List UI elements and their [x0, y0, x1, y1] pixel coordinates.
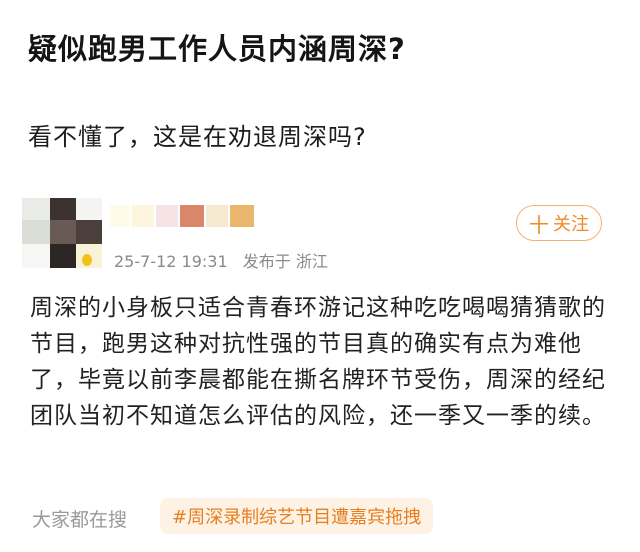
comment-body: 周深的小身板只适合青春环游记这种吃吃喝喝猜猜歌的节目，跑男这种对抗性强的节目真的…: [30, 295, 606, 429]
trending-topic-tag[interactable]: #周深录制综艺节目遭嘉宾拖拽: [160, 498, 434, 534]
comment-location: 发布于 浙江: [242, 252, 328, 271]
follow-label: 关注: [553, 214, 589, 235]
everyone-searching-label: 大家都在搜: [32, 509, 128, 531]
post-title: 疑似跑男工作人员内涵周深?: [28, 32, 406, 66]
plus-icon: 十: [529, 212, 549, 237]
user-name-blurred[interactable]: [110, 203, 260, 229]
post-subtitle: 看不懂了，这是在劝退周深吗?: [28, 123, 367, 151]
comment-date: 25-7-12 19:31: [114, 252, 228, 271]
follow-button[interactable]: 十 关注: [516, 205, 602, 241]
avatar[interactable]: [22, 198, 102, 268]
comment-meta: 25-7-12 19:31 发布于 浙江: [114, 248, 328, 272]
